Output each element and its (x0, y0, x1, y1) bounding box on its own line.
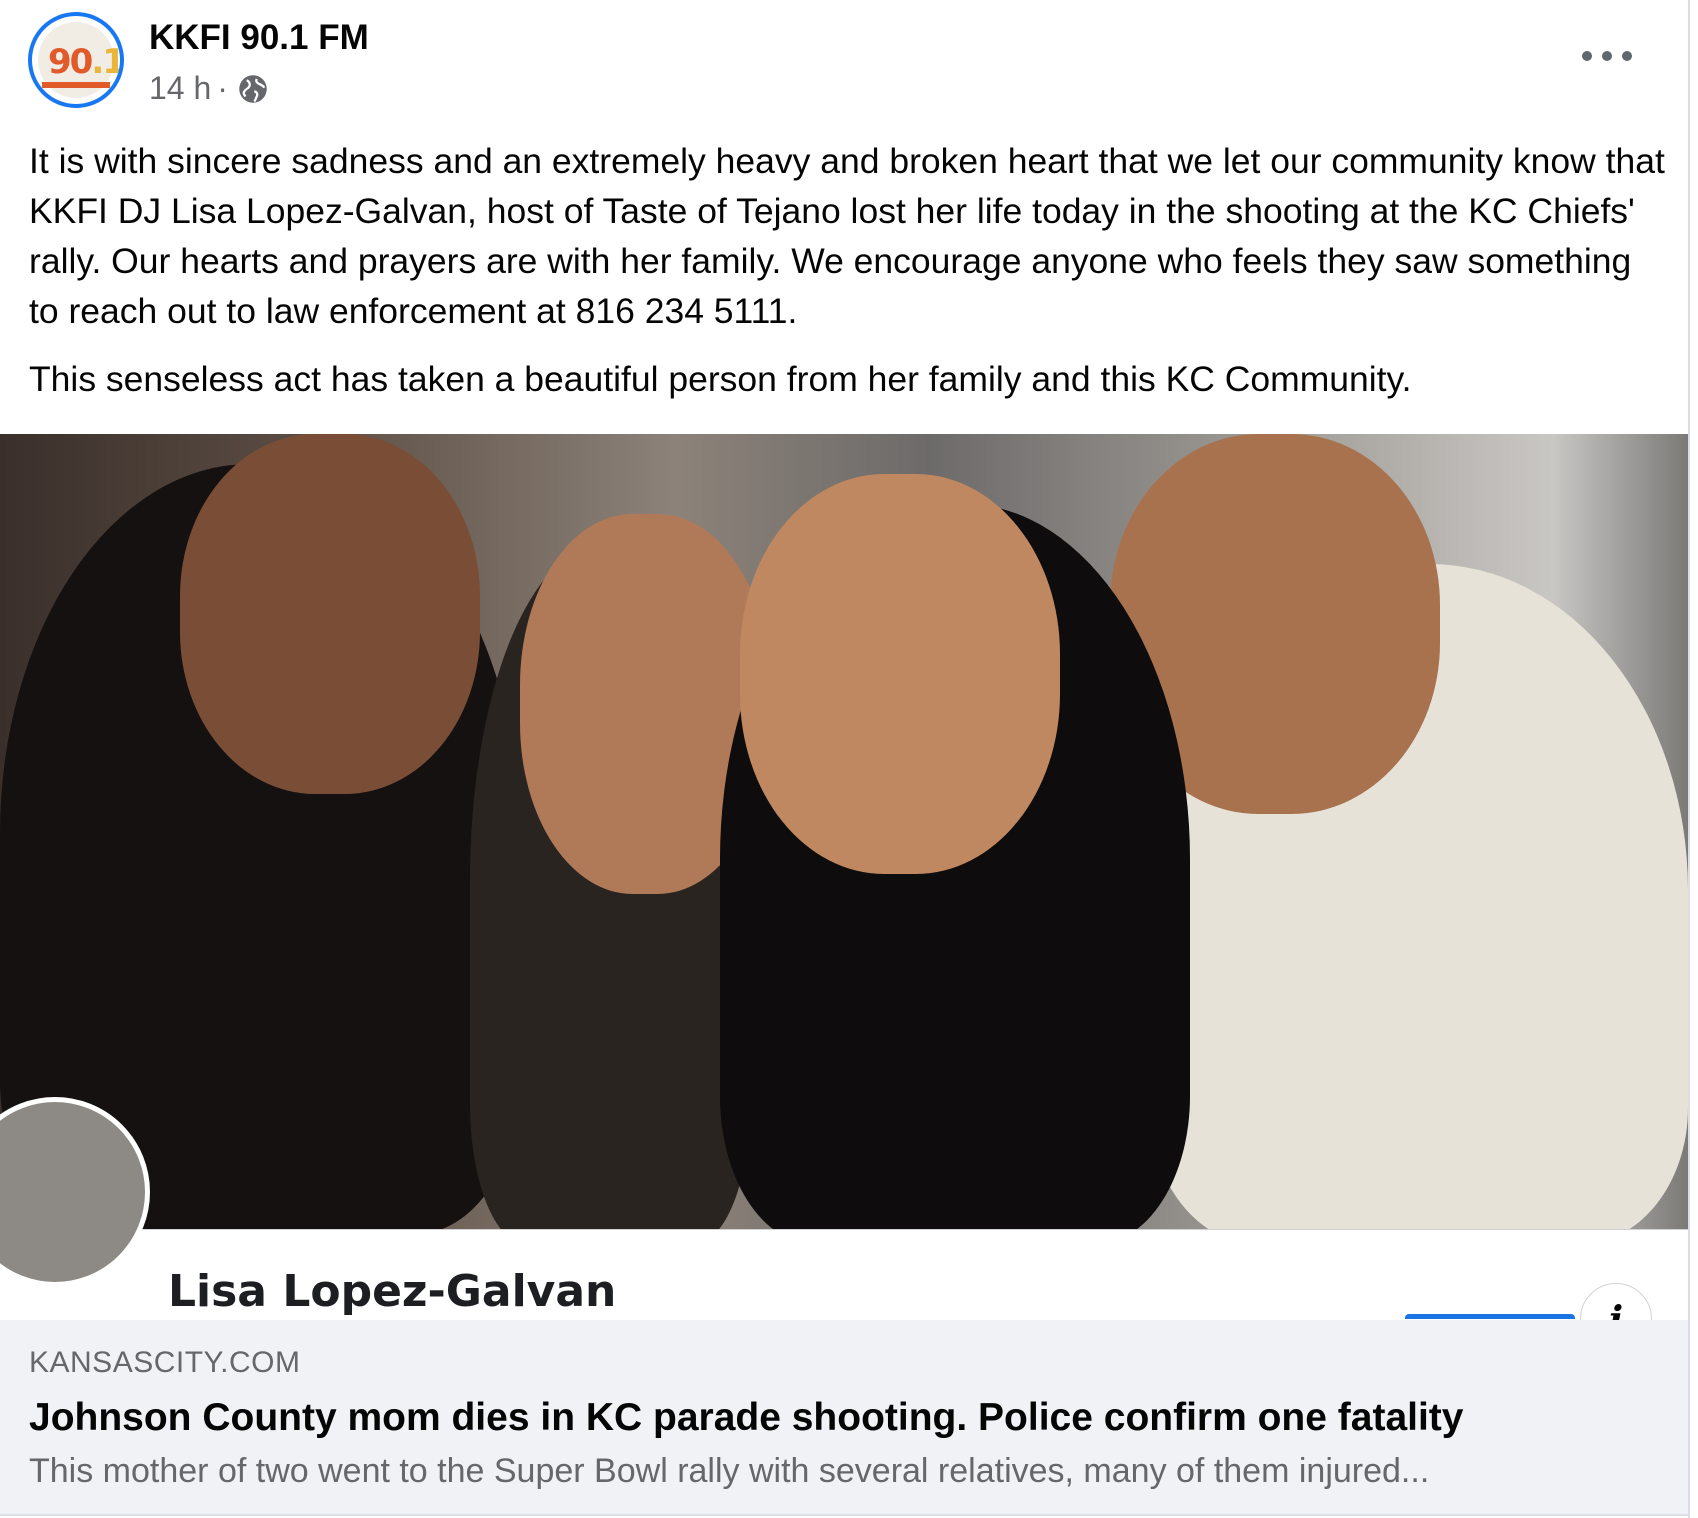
link-preview-image[interactable]: Lisa Lopez-Galvan (0, 434, 1688, 1319)
post-timestamp[interactable]: 14 h (149, 70, 211, 107)
profile-name-overlay: Lisa Lopez-Galvan (168, 1266, 617, 1317)
post-meta: 14 h · (149, 70, 268, 107)
logo-band (42, 82, 110, 88)
profile-blue-button-edge (1405, 1314, 1575, 1319)
station-logo: 90.1 (38, 22, 120, 98)
page-name-link[interactable]: KKFI 90.1 FM (149, 18, 369, 58)
logo-number-accent: .1 (91, 42, 124, 82)
post-header: 90.1 KKFI 90.1 FM 14 h · (0, 0, 1688, 120)
post-paragraph-2: This senseless act has taken a beautiful… (29, 359, 1412, 399)
page-avatar[interactable]: 90.1 (28, 12, 124, 108)
logo-number: 90 (48, 42, 93, 82)
globe-icon[interactable] (238, 74, 268, 104)
meta-separator: · (217, 70, 228, 106)
post-card: 90.1 KKFI 90.1 FM 14 h · It is with sinc… (0, 0, 1690, 1518)
post-body: It is with sincere sadness and an extrem… (29, 136, 1669, 404)
more-dot (1602, 51, 1612, 61)
post-paragraph-1: It is with sincere sadness and an extrem… (29, 141, 1665, 331)
person-face (180, 434, 480, 794)
more-dot (1622, 51, 1632, 61)
link-description: This mother of two went to the Super Bow… (29, 1452, 1430, 1490)
link-headline[interactable]: Johnson County mom dies in KC parade sho… (29, 1396, 1464, 1440)
more-dot (1582, 51, 1592, 61)
link-domain: KANSASCITY.COM (29, 1346, 301, 1379)
person-face (740, 474, 1060, 874)
more-options-button[interactable] (1578, 36, 1636, 72)
